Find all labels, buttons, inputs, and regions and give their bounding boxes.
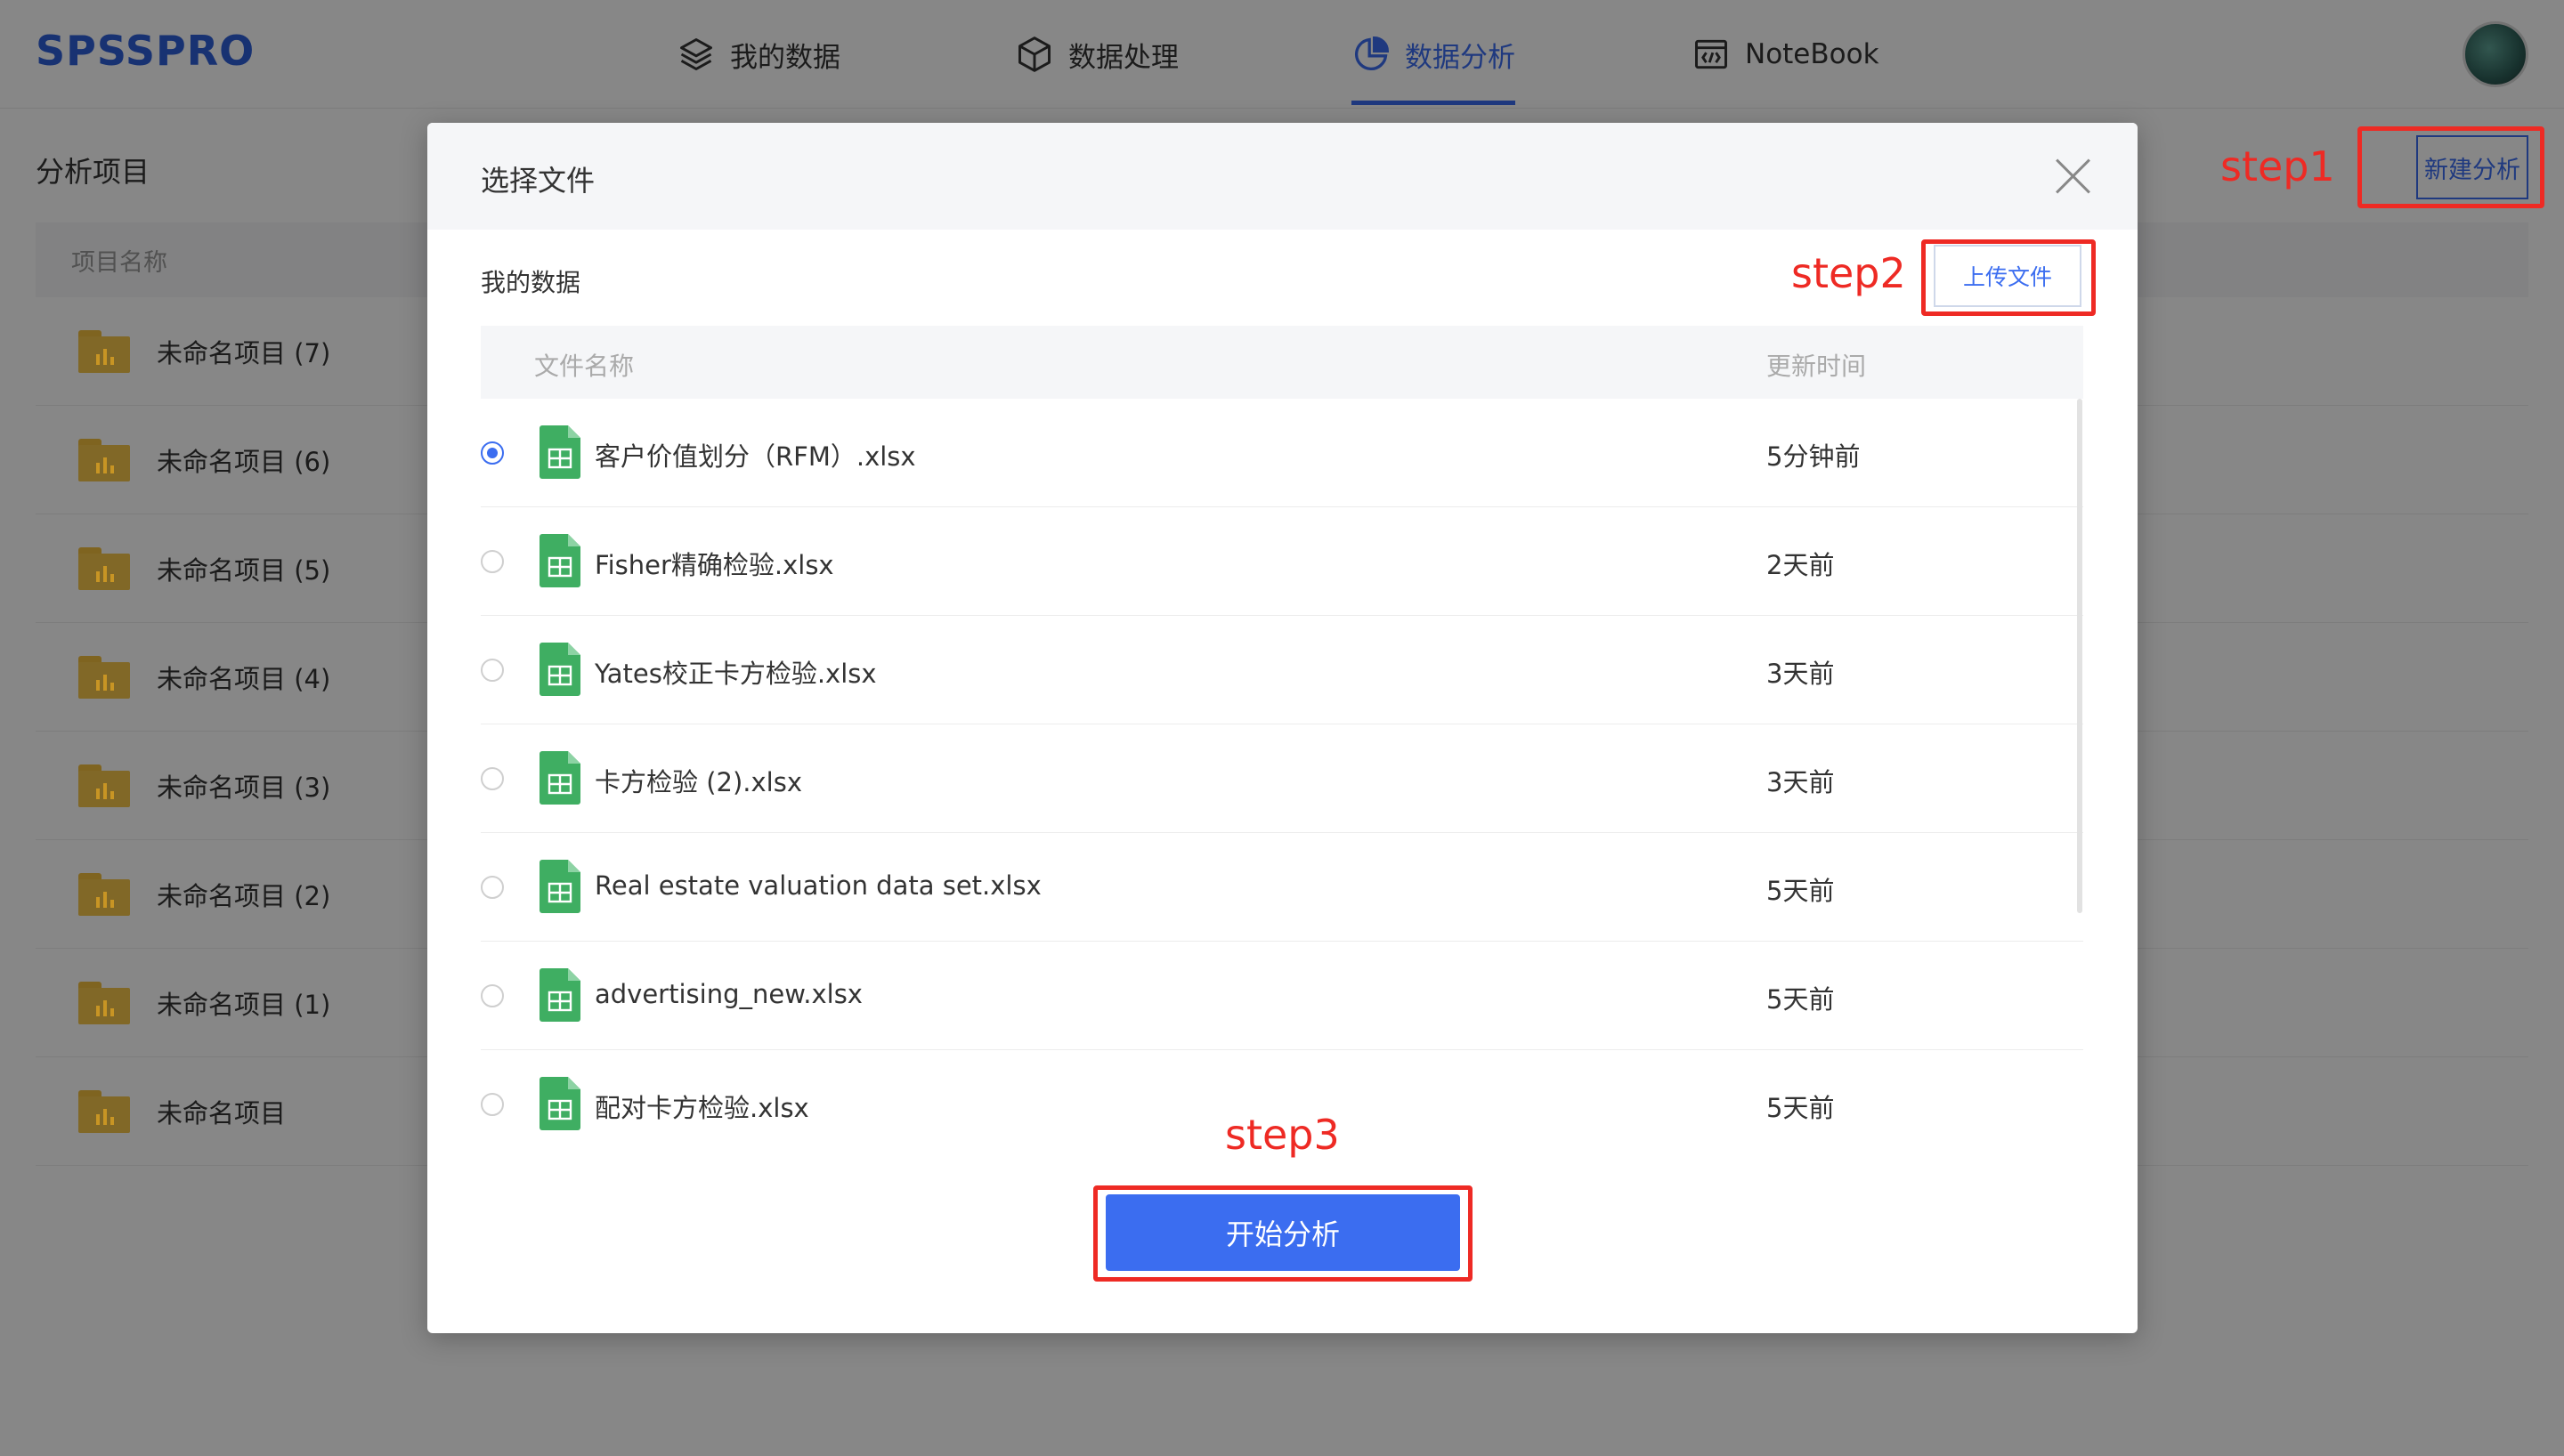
- file-name: 客户价值划分（RFM）.xlsx: [595, 441, 916, 472]
- upload-file-button[interactable]: 上传文件: [1934, 245, 2081, 307]
- step3-annotation: step3: [1225, 1111, 1340, 1159]
- spreadsheet-file-icon: [540, 968, 580, 1022]
- file-row[interactable]: 客户价值划分（RFM）.xlsx 5分钟前: [481, 399, 2083, 507]
- select-file-dialog: 选择文件 我的数据 step2 上传文件 文件名称 更新时间 客户价值划分（RF…: [427, 123, 2138, 1333]
- file-name: Yates校正卡方检验.xlsx: [595, 659, 877, 689]
- column-updated-time: 更新时间: [1766, 352, 1867, 381]
- file-table: 文件名称 更新时间 客户价值划分（RFM）.xlsx 5分钟前 Fisher精确…: [481, 326, 2083, 1159]
- file-updated-time: 5分钟前: [1766, 441, 1861, 472]
- my-data-label: 我的数据: [481, 268, 581, 297]
- radio-unselected[interactable]: [481, 1093, 504, 1116]
- step1-annotation: step1: [2220, 142, 2335, 190]
- radio-selected[interactable]: [481, 441, 504, 465]
- file-updated-time: 5天前: [1766, 1093, 1835, 1123]
- column-file-name: 文件名称: [534, 352, 635, 381]
- spreadsheet-file-icon: [540, 643, 580, 696]
- file-updated-time: 5天前: [1766, 984, 1835, 1015]
- file-row[interactable]: Fisher精确检验.xlsx 2天前: [481, 507, 2083, 616]
- radio-unselected[interactable]: [481, 984, 504, 1007]
- file-updated-time: 3天前: [1766, 659, 1835, 689]
- dialog-title: 选择文件: [481, 164, 596, 198]
- spreadsheet-file-icon: [540, 425, 580, 479]
- radio-unselected[interactable]: [481, 876, 504, 899]
- file-name: advertising_new.xlsx: [595, 979, 863, 1009]
- file-row[interactable]: 卡方检验 (2).xlsx 3天前: [481, 724, 2083, 833]
- file-name: 卡方检验 (2).xlsx: [595, 767, 803, 797]
- spreadsheet-file-icon: [540, 751, 580, 805]
- radio-unselected[interactable]: [481, 550, 504, 573]
- file-table-header: 文件名称 更新时间: [481, 326, 2083, 399]
- file-updated-time: 5天前: [1766, 876, 1835, 906]
- spreadsheet-file-icon: [540, 1077, 580, 1130]
- file-name: Fisher精确检验.xlsx: [595, 550, 834, 580]
- file-row[interactable]: advertising_new.xlsx 5天前: [481, 942, 2083, 1050]
- file-updated-time: 3天前: [1766, 767, 1835, 797]
- file-row[interactable]: Real estate valuation data set.xlsx 5天前: [481, 833, 2083, 942]
- radio-unselected[interactable]: [481, 659, 504, 682]
- step1-highlight-box: [2357, 126, 2544, 208]
- start-analysis-button[interactable]: 开始分析: [1106, 1194, 1460, 1271]
- close-icon[interactable]: [2054, 157, 2093, 196]
- radio-unselected[interactable]: [481, 767, 504, 790]
- file-updated-time: 2天前: [1766, 550, 1835, 580]
- step2-annotation: step2: [1791, 249, 1906, 297]
- spreadsheet-file-icon: [540, 534, 580, 587]
- file-name: 配对卡方检验.xlsx: [595, 1093, 809, 1123]
- file-row[interactable]: Yates校正卡方检验.xlsx 3天前: [481, 616, 2083, 724]
- file-list-scrollbar[interactable]: [2077, 399, 2082, 913]
- file-name: Real estate valuation data set.xlsx: [595, 870, 1042, 901]
- dialog-header: 选择文件: [427, 123, 2138, 230]
- spreadsheet-file-icon: [540, 860, 580, 913]
